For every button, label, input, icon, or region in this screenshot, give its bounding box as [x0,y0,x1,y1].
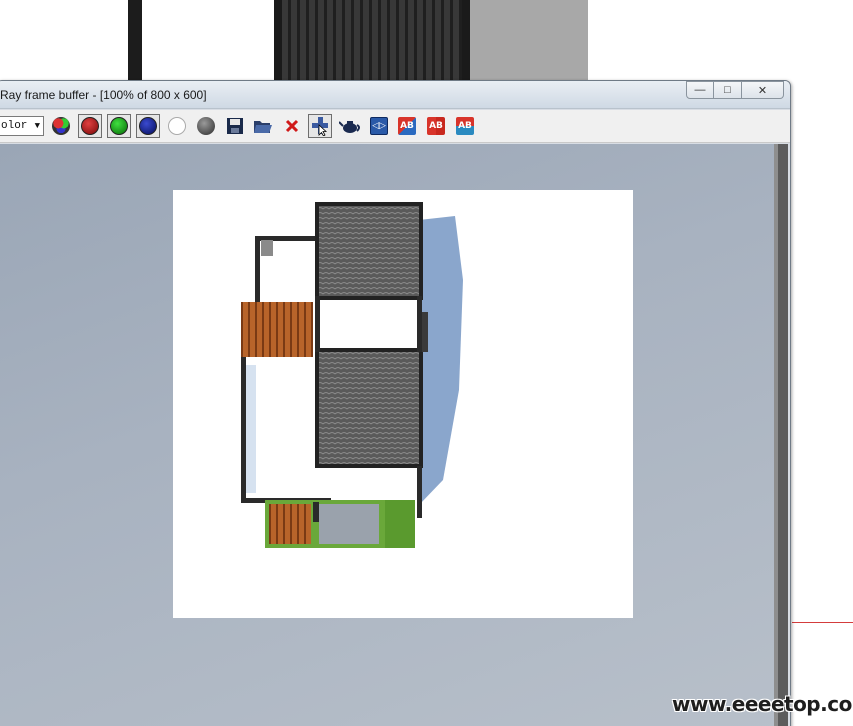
maximize-button[interactable]: □ [714,81,742,99]
window-controls: — □ ✕ [686,81,784,99]
rgb-channels-button[interactable] [49,114,73,138]
open-image-icon [254,121,272,133]
green-channel-icon [110,117,128,135]
minimize-icon: — [694,84,706,96]
alpha-channel-icon [168,117,186,135]
display-correction-button[interactable]: ◁▷ [367,114,391,138]
ab-compare-horizontal-icon: AB [398,117,416,135]
green-channel-button[interactable] [107,114,131,138]
window-title: Ray frame buffer - [100% of 800 x 600] [0,88,207,102]
ab-compare-a-button[interactable]: AB [424,114,448,138]
watermark-text: www.eeeetop.com [672,692,853,716]
red-channel-button[interactable] [78,114,102,138]
window-titlebar[interactable]: Ray frame buffer - [100% of 800 x 600] —… [0,81,790,109]
ab-compare-a-icon: AB [427,117,445,135]
chevron-down-icon: ▼ [34,121,40,131]
rendered-image [173,190,633,618]
channel-dropdown-value: olor [1,120,28,132]
viewport-column [128,0,142,82]
viewport-building-roof [274,0,470,82]
ab-compare-vertical-icon: AB [456,117,474,135]
display-correction-icon: ◁▷ [370,117,388,135]
open-image-button[interactable] [251,114,275,138]
rgb-channels-icon [52,117,70,135]
close-button[interactable]: ✕ [742,81,784,99]
viewport-red-guide-line [792,622,853,623]
clear-image-button[interactable] [280,114,304,138]
vfb-toolbar: olor ▼ ◁▷ AB AB AB [0,110,790,143]
save-image-icon [227,118,243,134]
ab-compare-horizontal-button[interactable]: AB [395,114,419,138]
channel-dropdown[interactable]: olor ▼ [0,116,44,136]
window-right-border-shade [778,144,788,726]
red-channel-icon [81,117,99,135]
close-icon: ✕ [757,84,768,97]
mono-mode-icon [197,117,215,135]
rendered-house-plan [241,202,463,548]
viewport-building-shadow [470,0,588,82]
blue-channel-button[interactable] [136,114,160,138]
minimize-button[interactable]: — [686,81,714,99]
render-button[interactable] [338,114,362,138]
mono-mode-button[interactable] [194,114,218,138]
save-image-button[interactable] [223,114,247,138]
track-mouse-icon [312,117,328,136]
alpha-channel-button[interactable] [165,114,189,138]
clear-image-icon [285,119,299,133]
vray-frame-buffer-window: Ray frame buffer - [100% of 800 x 600] —… [0,80,791,726]
render-teapot-icon [339,121,360,133]
track-mouse-button[interactable] [308,114,332,138]
ab-compare-vertical-button[interactable]: AB [453,114,477,138]
blue-channel-icon [139,117,157,135]
maximize-icon: □ [724,84,731,96]
desktop: Ray frame buffer - [100% of 800 x 600] —… [0,0,853,726]
